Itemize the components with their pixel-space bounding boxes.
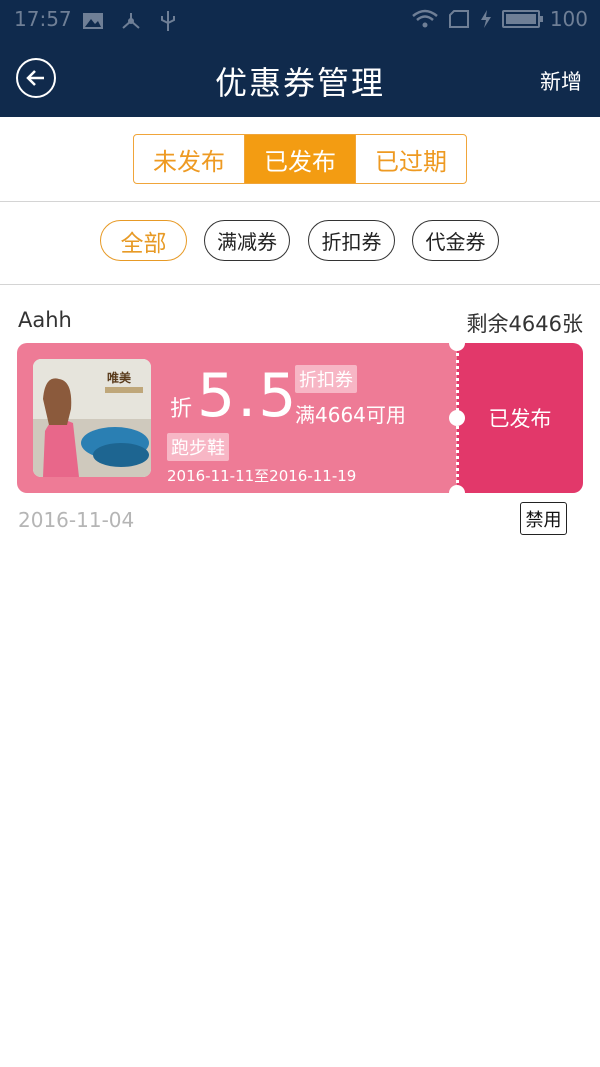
divider: [0, 284, 600, 285]
coupon-body: 唯美 折 5.5 折扣券 满4664可用 跑步鞋 2016-11-11至2016…: [17, 343, 457, 493]
product-category-tag: 跑步鞋: [167, 433, 229, 461]
coupon-valid-dates: 2016-11-11至2016-11-19: [167, 467, 357, 485]
divider: [0, 201, 600, 202]
coupon-perforation: [449, 335, 465, 501]
discount-value: 5.5: [197, 361, 299, 431]
coupon-card[interactable]: 唯美 折 5.5 折扣券 满4664可用 跑步鞋 2016-11-11至2016…: [17, 335, 583, 501]
filter-full-reduction[interactable]: 满减券: [204, 220, 290, 261]
coupon-status-label: 已发布: [488, 407, 552, 431]
disable-button[interactable]: 禁用: [520, 502, 567, 535]
battery-level: 100: [549, 7, 588, 31]
product-image-brand-text: 唯美: [107, 371, 132, 385]
filter-all[interactable]: 全部: [100, 220, 187, 261]
tab-published[interactable]: 已发布: [245, 135, 356, 183]
charging-icon: [480, 10, 491, 28]
coupon-name: Aahh: [18, 308, 72, 332]
page-title: 优惠券管理: [214, 64, 385, 102]
filter-discount[interactable]: 折扣券: [308, 220, 395, 261]
publish-status-tabs: 未发布 已发布 已过期: [133, 134, 467, 184]
coupon-status: 已发布: [457, 343, 583, 493]
status-bar: 17:57 100: [0, 0, 600, 40]
status-time: 17:57: [14, 7, 72, 31]
discount-prefix: 折: [170, 397, 193, 422]
wifi-icon: [412, 9, 438, 28]
usb-network-icon: [122, 12, 141, 29]
tab-unpublished[interactable]: 未发布: [134, 135, 245, 183]
sim-icon: [448, 10, 469, 28]
coupon-remaining: 剩余4646张: [466, 312, 583, 336]
tab-expired[interactable]: 已过期: [356, 135, 466, 183]
coupon-condition: 满4664可用: [295, 403, 406, 427]
coupon-created-date: 2016-11-04: [18, 508, 135, 532]
image-icon: [83, 12, 103, 29]
nav-bar: 优惠券管理 新增: [0, 40, 600, 117]
coupon-type-filters: 全部 满减券 折扣券 代金券: [0, 220, 600, 262]
usb-icon: [160, 10, 175, 31]
coupon-type-tag: 折扣券: [295, 365, 357, 393]
add-button[interactable]: 新增: [540, 66, 582, 96]
filter-voucher[interactable]: 代金券: [412, 220, 499, 261]
battery-icon: [501, 10, 543, 28]
status-right: 100: [412, 7, 588, 31]
status-notification-icons: [82, 7, 177, 32]
product-image: 唯美: [33, 359, 151, 477]
